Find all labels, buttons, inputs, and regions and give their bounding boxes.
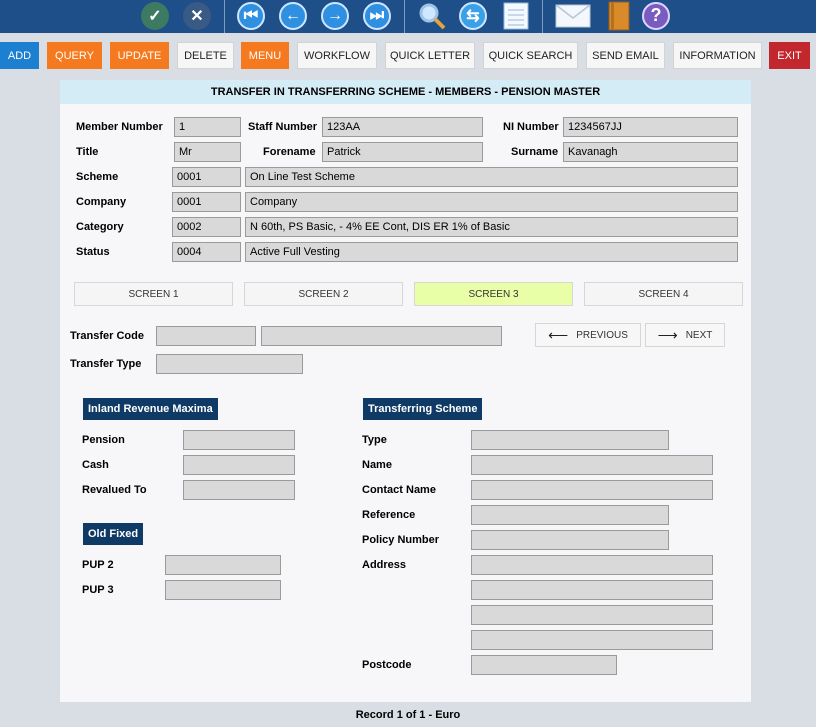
- pup2-label: PUP 2: [82, 559, 114, 571]
- ts-address-line-4[interactable]: [471, 630, 713, 650]
- arrow-left-icon: ⟵: [548, 326, 569, 343]
- previous-record-icon[interactable]: ←: [278, 0, 308, 31]
- ts-reference-field[interactable]: [471, 505, 669, 525]
- first-record-icon[interactable]: ⏮: [236, 0, 266, 31]
- revalued-to-label: Revalued To: [82, 484, 147, 496]
- exit-button[interactable]: EXIT: [769, 42, 810, 69]
- old-fixed-header: Old Fixed: [83, 523, 144, 545]
- pension-label: Pension: [82, 434, 125, 446]
- ts-policy-label: Policy Number: [362, 534, 440, 546]
- menu-button[interactable]: MENU: [241, 42, 289, 69]
- ts-address-line-2[interactable]: [471, 580, 713, 600]
- title-field[interactable]: Mr: [174, 142, 241, 162]
- status-label: Status: [76, 246, 110, 258]
- scheme-code-field[interactable]: 0001: [172, 167, 241, 187]
- staff-number-label: Staff Number: [248, 121, 318, 133]
- surname-label: Surname: [511, 146, 559, 158]
- add-button[interactable]: ADD: [0, 42, 39, 69]
- company-code-field[interactable]: 0001: [172, 192, 241, 212]
- surname-field[interactable]: Kavanagh: [563, 142, 738, 162]
- ts-policy-field[interactable]: [471, 530, 669, 550]
- tab-screen-4[interactable]: SCREEN 4: [584, 282, 743, 306]
- book-icon[interactable]: [604, 0, 634, 31]
- next-button-label: NEXT: [685, 329, 713, 341]
- quick-letter-button[interactable]: QUICK LETTER: [385, 42, 475, 69]
- query-button[interactable]: QUERY: [47, 42, 102, 69]
- check-icon[interactable]: ✓: [140, 0, 170, 31]
- ts-address-label: Address: [362, 559, 407, 571]
- scheme-label: Scheme: [76, 171, 119, 183]
- status-code-field[interactable]: 0004: [172, 242, 241, 262]
- previous-button-label: PREVIOUS: [576, 329, 628, 341]
- record-status: Record 1 of 1 - Euro: [355, 709, 461, 721]
- ts-type-label: Type: [362, 434, 387, 446]
- revalued-to-field[interactable]: [183, 480, 295, 500]
- ts-postcode-field[interactable]: [471, 655, 617, 675]
- transferring-scheme-header: Transferring Scheme: [363, 398, 483, 420]
- ni-number-field[interactable]: 1234567JJ: [563, 117, 738, 137]
- toolbar-divider: [542, 0, 543, 33]
- transfer-type-label: Transfer Type: [70, 358, 142, 370]
- category-label: Category: [76, 221, 124, 233]
- forename-label: Forename: [263, 146, 316, 158]
- ts-address-line-3[interactable]: [471, 605, 713, 625]
- send-email-button[interactable]: SEND EMAIL: [586, 42, 665, 69]
- ni-number-label: NI Number: [503, 121, 559, 133]
- staff-number-field[interactable]: 123AA: [322, 117, 483, 137]
- refresh-icon[interactable]: ⇆: [458, 0, 488, 31]
- page-title: TRANSFER IN TRANSFERRING SCHEME - MEMBER…: [60, 80, 751, 104]
- top-toolbar: ✓ ✕ ⏮ ← → ⏭ ⇆ ?: [0, 0, 816, 33]
- workflow-button[interactable]: WORKFLOW: [297, 42, 377, 69]
- next-record-icon[interactable]: →: [320, 0, 350, 31]
- inland-revenue-header: Inland Revenue Maxima: [83, 398, 218, 420]
- quick-search-button[interactable]: QUICK SEARCH: [483, 42, 578, 69]
- category-code-field[interactable]: 0002: [172, 217, 241, 237]
- next-button[interactable]: ⟶ NEXT: [645, 323, 725, 347]
- previous-button[interactable]: ⟵ PREVIOUS: [535, 323, 641, 347]
- cancel-icon[interactable]: ✕: [182, 0, 212, 31]
- member-number-label: Member Number: [76, 121, 163, 133]
- cash-field[interactable]: [183, 455, 295, 475]
- ts-contact-label: Contact Name: [362, 484, 436, 496]
- pup3-label: PUP 3: [82, 584, 114, 596]
- scheme-name-field[interactable]: On Line Test Scheme: [245, 167, 738, 187]
- ts-name-label: Name: [362, 459, 392, 471]
- company-label: Company: [76, 196, 127, 208]
- toolbar-divider: [404, 0, 405, 33]
- pup3-field[interactable]: [165, 580, 281, 600]
- tab-screen-3[interactable]: SCREEN 3: [414, 282, 573, 306]
- ts-type-field[interactable]: [471, 430, 669, 450]
- arrow-right-icon: ⟶: [657, 326, 678, 343]
- pension-field[interactable]: [183, 430, 295, 450]
- cash-label: Cash: [82, 459, 109, 471]
- toolbar-divider: [224, 0, 225, 33]
- transfer-code-description-field[interactable]: [261, 326, 502, 346]
- ts-postcode-label: Postcode: [362, 659, 412, 671]
- delete-button[interactable]: DELETE: [177, 42, 234, 69]
- status-name-field[interactable]: Active Full Vesting: [245, 242, 738, 262]
- transfer-code-label: Transfer Code: [70, 330, 144, 342]
- ts-address-line-1[interactable]: [471, 555, 713, 575]
- last-record-icon[interactable]: ⏭: [362, 0, 392, 31]
- search-icon[interactable]: [416, 0, 448, 31]
- forename-field[interactable]: Patrick: [322, 142, 483, 162]
- information-button[interactable]: INFORMATION: [673, 42, 762, 69]
- title-label: Title: [76, 146, 99, 158]
- member-number-field[interactable]: 1: [174, 117, 241, 137]
- help-icon[interactable]: ?: [641, 0, 671, 31]
- category-name-field[interactable]: N 60th, PS Basic, - 4% EE Cont, DIS ER 1…: [245, 217, 738, 237]
- ts-reference-label: Reference: [362, 509, 416, 521]
- mail-icon[interactable]: [554, 0, 592, 31]
- tab-screen-1[interactable]: SCREEN 1: [74, 282, 233, 306]
- transfer-code-field[interactable]: [156, 326, 256, 346]
- notepad-icon[interactable]: [500, 0, 532, 31]
- ts-name-field[interactable]: [471, 455, 713, 475]
- update-button[interactable]: UPDATE: [110, 42, 169, 69]
- transfer-type-field[interactable]: [156, 354, 303, 374]
- company-name-field[interactable]: Company: [245, 192, 738, 212]
- pup2-field[interactable]: [165, 555, 281, 575]
- tab-screen-2[interactable]: SCREEN 2: [244, 282, 403, 306]
- ts-contact-field[interactable]: [471, 480, 713, 500]
- action-button-bar: ADD QUERY UPDATE DELETE MENU WORKFLOW QU…: [0, 42, 816, 70]
